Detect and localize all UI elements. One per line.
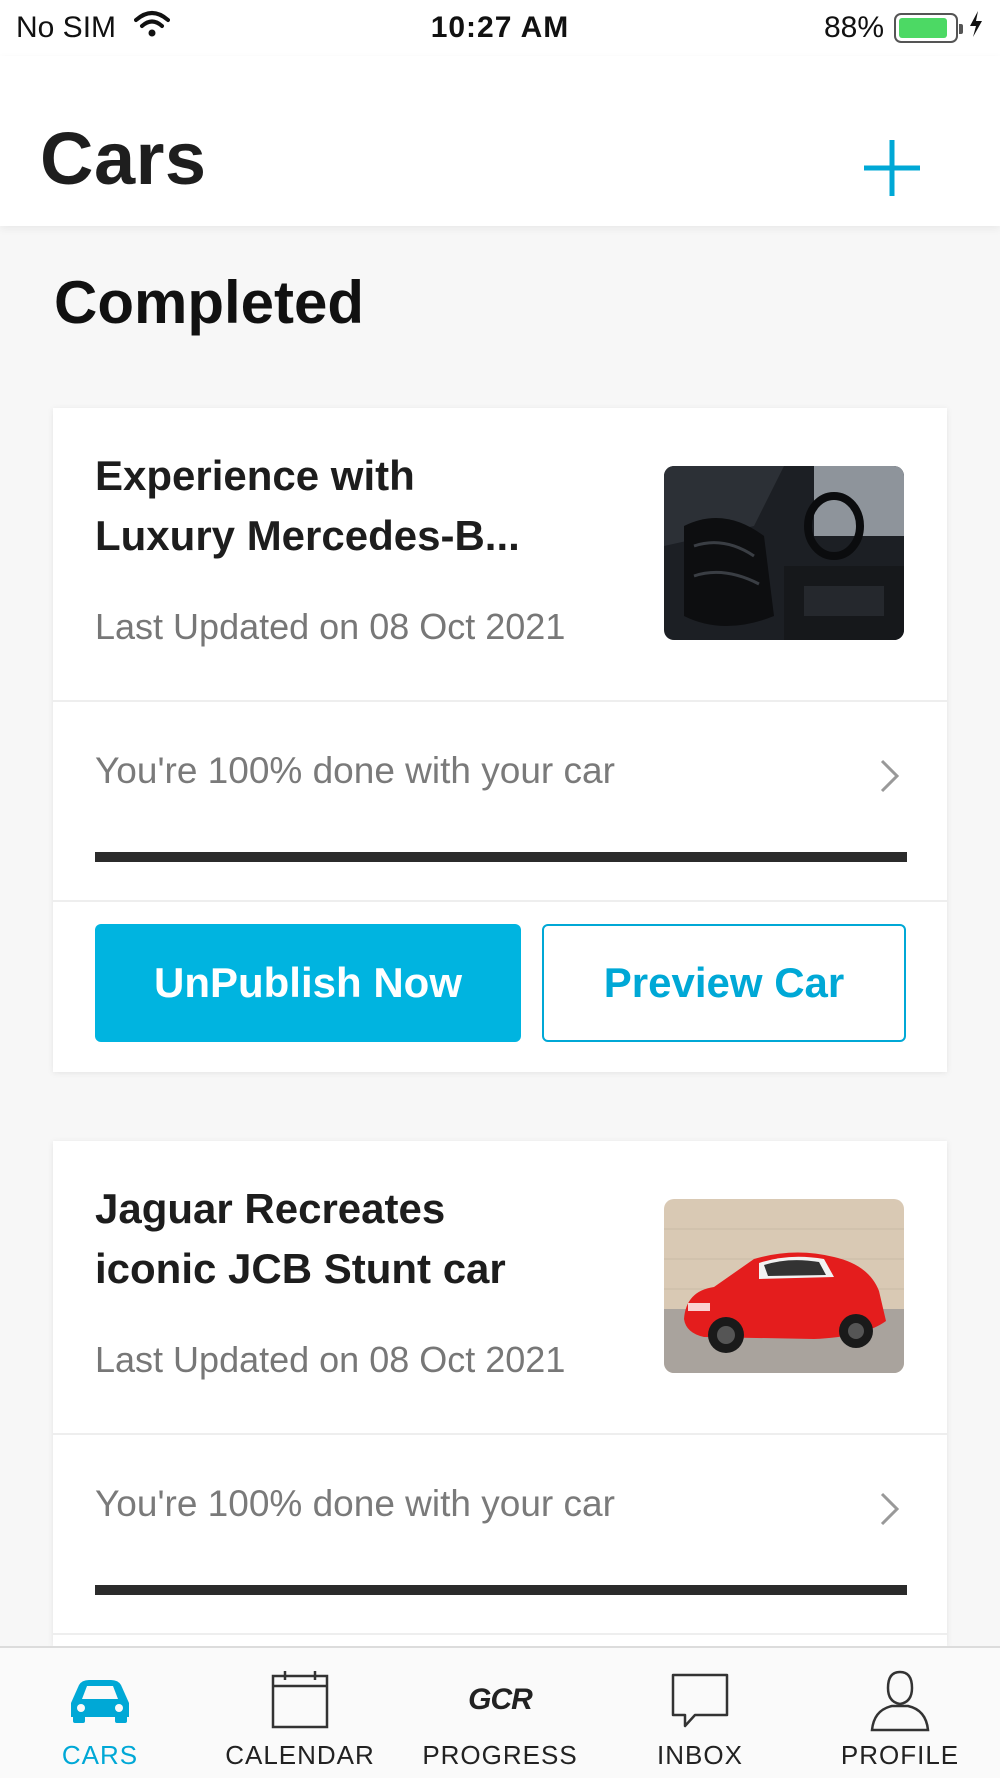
tab-label: PROFILE [840,1740,960,1770]
last-updated-text: Last Updated on 08 Oct 2021 [95,1339,566,1380]
progress-text: You're 100% done with your car [95,750,615,791]
progress-bar [95,852,907,862]
gcr-logo: GCR [464,1666,536,1734]
chevron-right-icon [880,1492,900,1526]
status-time: 10:27 AM [430,11,570,44]
red-sports-car-photo [664,1199,904,1373]
car-card: Jaguar Recreates iconic JCB Stunt car La… [53,1141,947,1646]
carrier-label: No SIM [16,11,117,44]
plus-icon [864,140,920,196]
last-updated-text: Last Updated on 08 Oct 2021 [95,606,566,647]
tab-calendar[interactable]: CALENDAR [200,1648,400,1778]
wifi-icon [134,10,171,46]
car-card-header[interactable]: Jaguar Recreates iconic JCB Stunt car La… [53,1141,947,1435]
progress-fill [95,1585,907,1595]
tab-label: CARS [61,1740,139,1770]
person-icon [864,1666,936,1734]
car-title: Jaguar Recreates iconic JCB Stunt car [95,1185,506,1292]
unpublish-button[interactable]: UnPublish Now [95,924,521,1042]
battery-percentage: 88% [823,11,884,44]
progress-fill [95,852,907,862]
progress-row[interactable]: You're 100% done with your car [53,702,947,902]
add-car-button[interactable] [860,136,924,200]
progress-row[interactable]: You're 100% done with your car [53,1435,947,1635]
car-icon [64,1666,136,1734]
page-title: Cars [40,117,207,200]
tab-bar: CARS CALENDAR GCR PROGRESS INBOX PROFILE [0,1646,1000,1778]
calendar-icon [264,1666,336,1734]
tab-profile[interactable]: PROFILE [800,1648,1000,1778]
progress-text: You're 100% done with your car [95,1483,615,1524]
nav-header: Cars [0,56,1000,226]
tab-label: CALENDAR [225,1740,375,1770]
car-title: Experience with Luxury Mercedes-B... [95,452,520,559]
tab-inbox[interactable]: INBOX [600,1648,800,1778]
tab-label: INBOX [657,1740,743,1770]
card-actions: UnPublish Now Preview Car [53,902,947,1072]
chevron-right-icon [880,759,900,793]
tab-label: PROGRESS [422,1740,578,1770]
car-card-header[interactable]: Experience with Luxury Mercedes-B... Las… [53,408,947,702]
car-card: Experience with Luxury Mercedes-B... Las… [53,408,947,1072]
tab-cars[interactable]: CARS [0,1648,200,1778]
status-right: 88% [654,10,984,46]
section-title: Completed [54,269,365,336]
status-bar: No SIM 10:27 AM 88% [0,0,1000,56]
tab-progress[interactable]: GCR PROGRESS [400,1648,600,1778]
chat-bubble-icon [664,1666,736,1734]
preview-car-button[interactable]: Preview Car [542,924,906,1042]
bolt-icon [968,10,984,46]
progress-bar [95,1585,907,1595]
gcr-logo-text: GCR [468,1683,533,1716]
battery-icon [894,13,963,43]
battery-level [899,18,947,38]
car-interior-photo [664,466,904,640]
status-left: No SIM [16,10,346,46]
